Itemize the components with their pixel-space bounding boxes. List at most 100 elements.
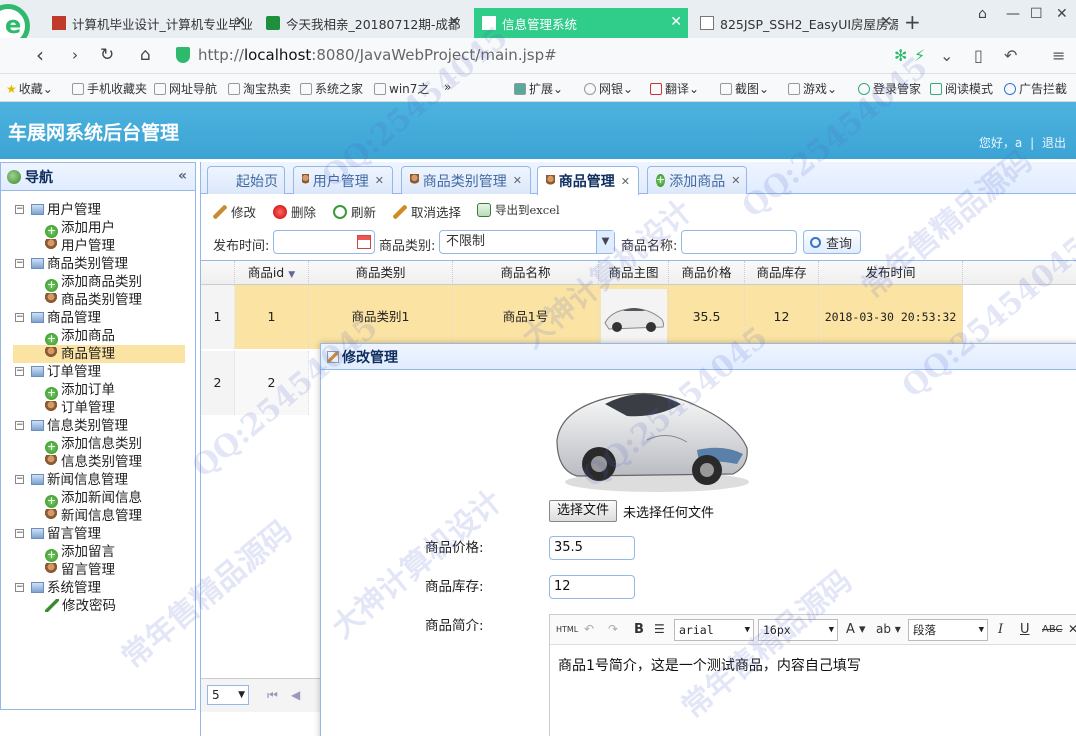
column-header[interactable]: 商品id ▼ [235, 261, 309, 285]
underline-icon[interactable]: U [1020, 622, 1030, 637]
browser-tab-1[interactable]: 计算机毕业设计_计算机专业毕业设计 ✕ [44, 8, 252, 38]
strikethrough-icon[interactable]: ABC [1042, 624, 1063, 635]
name-input[interactable] [681, 230, 797, 254]
browser-tab-2[interactable]: 今天我相亲_20180712期-成都 ✕ [258, 8, 466, 38]
sidebar-group[interactable]: − 商品管理 [1, 309, 195, 327]
skin-icon[interactable]: ⌂ [978, 6, 987, 22]
clear-selection-button[interactable]: 取消选择 [393, 202, 461, 221]
bookmark-item[interactable]: 系统之家 [300, 80, 363, 97]
collapse-icon[interactable]: « [178, 168, 187, 184]
close-icon[interactable]: ✕ [670, 14, 682, 30]
column-header[interactable]: 商品名称 [453, 261, 599, 285]
maximize-button[interactable]: ☐ [1030, 6, 1043, 22]
tab-add-product[interactable]: + 添加商品 ✕ [647, 166, 747, 194]
edit-button[interactable]: 修改 [213, 202, 256, 221]
logout-link[interactable]: 退出 [1042, 136, 1066, 150]
sidebar-group[interactable]: − 订单管理 [1, 363, 195, 381]
new-tab-button[interactable]: + [904, 10, 921, 34]
tab-product-management[interactable]: 商品管理 ✕ [537, 166, 639, 195]
column-header[interactable]: 发布时间 [819, 261, 963, 285]
tab-user-management[interactable]: 用户管理 ✕ [293, 166, 393, 194]
bookmark-reader[interactable]: 阅读模式 [930, 80, 993, 97]
sidebar-item[interactable]: 新闻信息管理 [1, 507, 195, 525]
sidebar-item[interactable]: 留言管理 [1, 561, 195, 579]
back-button[interactable]: ‹ [36, 43, 44, 67]
paragraph-format-select[interactable]: 段落 ▼ [908, 619, 988, 641]
sidebar-group[interactable]: − 留言管理 [1, 525, 195, 543]
close-icon[interactable]: ✕ [375, 174, 384, 187]
collapse-toggle-icon[interactable]: − [15, 421, 24, 430]
sidebar-group[interactable]: − 信息类别管理 [1, 417, 195, 435]
query-button[interactable]: 查询 [803, 230, 862, 254]
close-icon[interactable]: ✕ [621, 175, 630, 188]
sidebar-item[interactable]: + 添加商品 [1, 327, 195, 346]
italic-icon[interactable]: I [998, 622, 1003, 637]
font-family-select[interactable]: arial ▼ [674, 619, 754, 641]
highlight-icon[interactable]: ab ▾ [876, 622, 901, 636]
close-icon[interactable]: ✕ [880, 14, 892, 30]
bookmark-screenshot[interactable]: 截图 ⌄ [720, 80, 769, 97]
stock-input[interactable]: 12 [549, 575, 635, 599]
refresh-button[interactable]: 刷新 [333, 202, 376, 221]
lightning-icon[interactable]: ⚡ [914, 46, 925, 65]
sidebar-item[interactable]: 商品类别管理 [1, 291, 195, 309]
column-header[interactable]: 商品类别 [309, 261, 453, 285]
export-excel-button[interactable]: 导出到excel [477, 202, 560, 218]
close-window-button[interactable]: ✕ [1056, 6, 1068, 22]
sidebar-item[interactable]: + 添加留言 [1, 543, 195, 562]
sidebar-item[interactable]: + 添加新闻信息 [1, 489, 195, 508]
collapse-toggle-icon[interactable]: − [15, 259, 24, 268]
close-icon[interactable]: ✕ [234, 14, 246, 30]
collapse-toggle-icon[interactable]: − [15, 475, 24, 484]
bookmark-adblock[interactable]: 广告拦截 [1004, 80, 1067, 97]
minimize-button[interactable]: — [1006, 6, 1020, 22]
redo-icon[interactable]: ↷ [608, 622, 618, 636]
font-color-icon[interactable]: A ▾ [846, 622, 866, 637]
home-button[interactable]: ⌂ [140, 45, 151, 65]
close-icon[interactable]: ✕ [513, 174, 522, 187]
sidebar-item[interactable]: + 添加订单 [1, 381, 195, 400]
sidebar-item[interactable]: 修改密码 [1, 597, 195, 615]
sidebar-item[interactable]: + 添加用户 [1, 219, 195, 238]
sidebar-item[interactable]: 商品管理 [13, 345, 185, 363]
phone-icon[interactable]: ▯ [974, 46, 983, 65]
undo-icon[interactable]: ↶ [584, 622, 594, 636]
choose-file-button[interactable]: 选择文件 [549, 500, 618, 522]
browser-tab-3[interactable]: 信息管理系统 ✕ [474, 8, 688, 38]
sidebar-item[interactable]: 信息类别管理 [1, 453, 195, 471]
close-icon[interactable]: ✕ [448, 14, 460, 30]
delete-button[interactable]: 删除 [273, 202, 316, 221]
table-row[interactable]: 1 1 商品类别1 商品1号 35.5 12 2018-03-30 20:53:… [201, 285, 1076, 349]
bookmark-bank[interactable]: 网银 ⌄ [584, 80, 633, 97]
bookmark-item[interactable]: win7之 [374, 80, 429, 97]
sidebar-item[interactable]: 用户管理 [1, 237, 195, 255]
address-bar[interactable]: http://localhost:8080/JavaWebProject/mai… [176, 42, 936, 68]
sidebar-item[interactable]: + 添加信息类别 [1, 435, 195, 454]
clear-format-icon[interactable]: ☰ [654, 622, 665, 636]
page-size-select[interactable]: 5 ▼ [207, 685, 249, 705]
bookmark-item[interactable]: 手机收藏夹 [72, 80, 147, 97]
browser-tab-4[interactable]: 825JSP_SSH2_EasyUI房屋房源 ✕ [692, 8, 898, 38]
tab-home[interactable]: 起始页 [207, 166, 285, 194]
forward-button[interactable]: › [72, 46, 78, 64]
date-input[interactable] [273, 230, 375, 254]
price-input[interactable]: 35.5 [549, 536, 635, 560]
column-header[interactable]: 商品价格 [669, 261, 745, 285]
collapse-toggle-icon[interactable]: − [15, 367, 24, 376]
html-source-icon[interactable]: HTML [556, 625, 578, 634]
bookmark-item[interactable]: 网址导航 [154, 80, 217, 97]
collapse-toggle-icon[interactable]: − [15, 583, 24, 592]
sidebar-item[interactable]: 订单管理 [1, 399, 195, 417]
bookmarks-overflow-button[interactable]: » [444, 80, 451, 94]
tab-category-management[interactable]: 商品类别管理 ✕ [401, 166, 531, 194]
bookmark-favorites[interactable]: ★ 收藏 ⌄ [6, 80, 53, 97]
close-icon[interactable]: ✕ [1068, 622, 1076, 636]
category-select[interactable]: 不限制 ▼ [439, 230, 615, 254]
chevron-down-icon[interactable]: ⌄ [940, 46, 953, 65]
bookmark-translate[interactable]: 翻译 ⌄ [650, 80, 699, 97]
column-header[interactable]: 商品主图 [599, 261, 669, 285]
editor-content[interactable]: 商品1号简介，这是一个测试商品，内容自己填写 [550, 645, 1076, 685]
sidebar-item[interactable]: + 添加商品类别 [1, 273, 195, 292]
bookmark-extensions[interactable]: 扩展 ⌄ [514, 80, 563, 97]
bold-icon[interactable]: B [634, 622, 644, 637]
